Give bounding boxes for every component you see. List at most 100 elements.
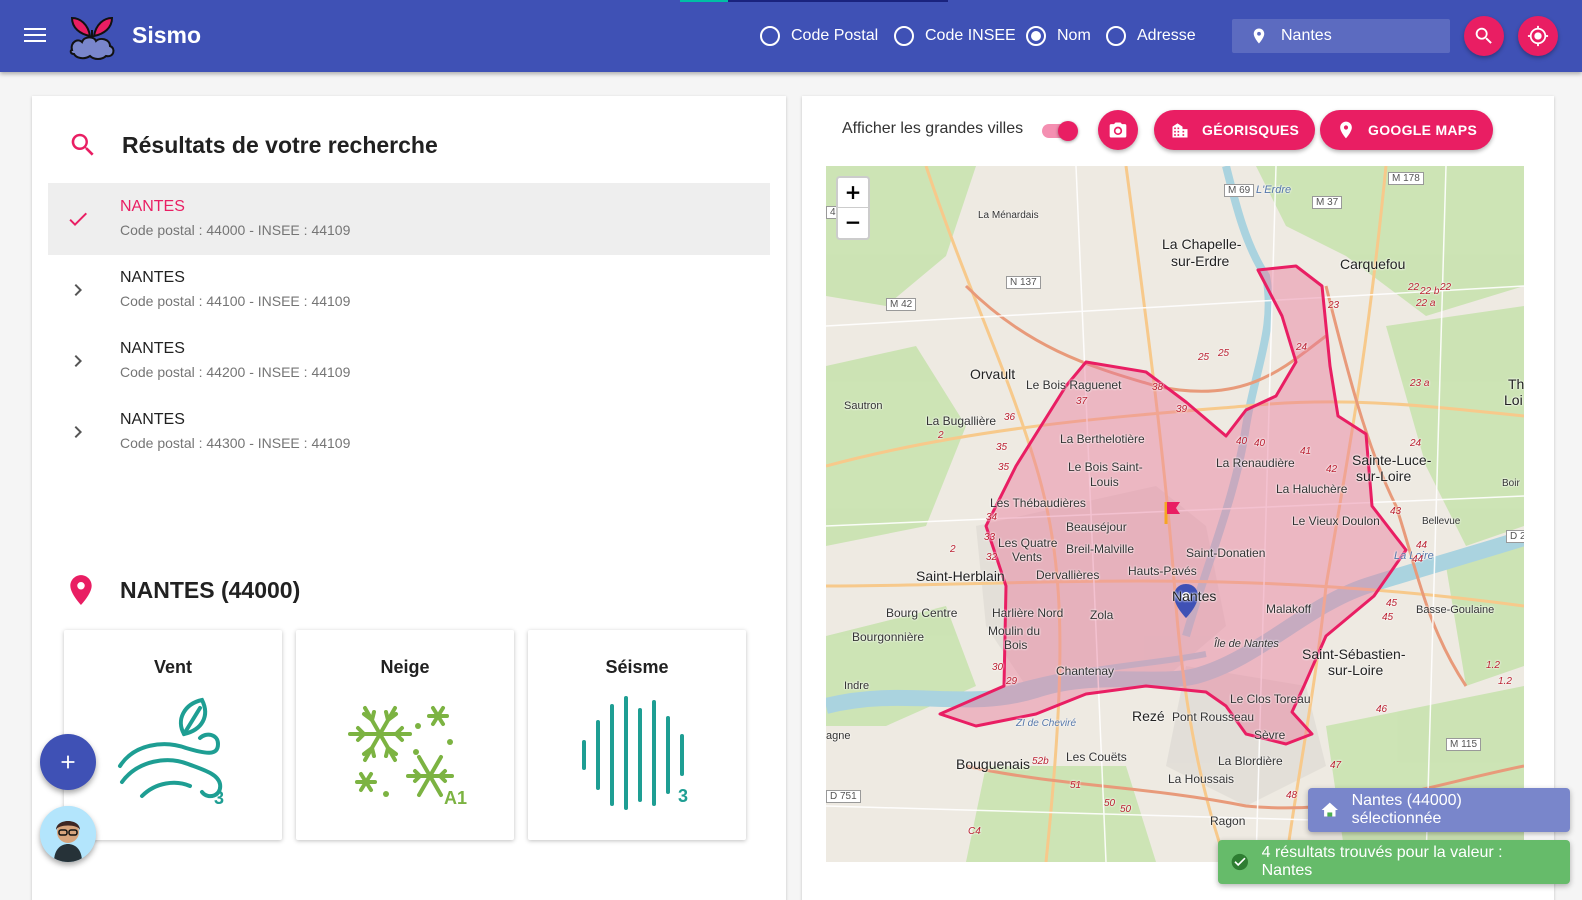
result-detail: Code postal : 44300 - INSEE : 44109: [120, 435, 351, 451]
map-label: Le Bois Saint-: [1068, 460, 1143, 474]
building-icon: [1172, 123, 1188, 138]
map-label: Nantes: [1172, 588, 1217, 604]
risk-card-wind[interactable]: Vent 3: [64, 630, 282, 840]
exit-number: 29: [1006, 676, 1018, 687]
result-name: NANTES: [120, 411, 185, 428]
map-label: Saint-Sébastien-: [1302, 646, 1406, 662]
exit-number: 23: [1328, 300, 1340, 311]
exit-number: 40: [1236, 436, 1248, 447]
exit-number: 24: [1296, 342, 1308, 353]
map-base: [826, 166, 1524, 862]
risk-title: Séisme: [605, 657, 669, 677]
map-label: Indre: [844, 680, 870, 692]
exit-number: 38: [1152, 382, 1164, 393]
exit-number: 25: [1198, 352, 1210, 363]
geolocate-button[interactable]: [1518, 16, 1558, 56]
zoom-out-button[interactable]: −: [838, 208, 868, 238]
radio-label: Code Postal: [791, 27, 879, 44]
map-label: Île de Nantes: [1214, 638, 1279, 650]
radio-label: Adresse: [1137, 27, 1196, 44]
map-label: sur-Loire: [1328, 662, 1384, 678]
search-field[interactable]: [1232, 19, 1450, 53]
map-label: Le Clos Toreau: [1230, 692, 1311, 706]
map-label: Bourg Centre: [886, 606, 958, 620]
toast-selection: Nantes (44000) sélectionnée: [1308, 788, 1570, 832]
results-header: Résultats de votre recherche: [68, 130, 438, 160]
zoom-in-button[interactable]: +: [838, 178, 868, 208]
exit-number: 34: [986, 512, 998, 523]
map-label: Zola: [1090, 608, 1114, 622]
loading-bar-track: [728, 0, 948, 2]
result-item[interactable]: NANTES Code postal : 44100 - INSEE : 441…: [48, 254, 770, 326]
result-item[interactable]: NANTES Code postal : 44200 - INSEE : 441…: [48, 325, 770, 397]
risk-card-snow[interactable]: Neige A1: [296, 630, 514, 840]
map-label: La Ménardais: [978, 210, 1039, 221]
exit-number: 44: [1416, 540, 1428, 551]
exit-number: 50: [1104, 798, 1116, 809]
map-label: Harlière Nord: [992, 606, 1064, 620]
location-pin-icon: [1340, 121, 1352, 139]
road-label: M 115: [1446, 738, 1482, 751]
radio-nom[interactable]: Nom: [1026, 25, 1091, 47]
map-label: La Chapelle-: [1162, 236, 1242, 252]
map-label: Rezé: [1132, 708, 1165, 724]
map-label: La Berthelotière: [1060, 432, 1145, 446]
map-label: Orvault: [970, 366, 1016, 382]
risk-card-seismic[interactable]: Séisme 3: [528, 630, 746, 840]
exit-number: 22: [1440, 282, 1452, 293]
radio-code-insee[interactable]: Code INSEE: [894, 25, 1016, 47]
search-input[interactable]: [1281, 27, 1431, 45]
map-view[interactable]: La Chapelle- sur-Erdre Carquefou La Ména…: [826, 166, 1524, 862]
exit-number: 46: [1376, 704, 1388, 715]
road-label: N 137: [1006, 276, 1041, 289]
result-item[interactable]: NANTES Code postal : 44000 - INSEE : 441…: [48, 183, 770, 255]
exit-number: 48: [1286, 790, 1298, 801]
exit-number: 43: [1390, 506, 1402, 517]
exit-number: 2: [938, 430, 944, 441]
results-title: Résultats de votre recherche: [122, 131, 438, 158]
google-maps-button[interactable]: GOOGLE MAPS: [1320, 110, 1494, 150]
exit-number: 32: [986, 552, 998, 563]
map-label: Moulin du: [988, 624, 1041, 638]
map-label: La Blordière: [1218, 754, 1283, 768]
road-label: M 178: [1388, 172, 1424, 185]
result-detail: Code postal : 44000 - INSEE : 44109: [120, 222, 351, 238]
result-item[interactable]: NANTES Code postal : 44300 - INSEE : 441…: [48, 396, 770, 468]
exit-number: 50: [1120, 804, 1132, 815]
add-button[interactable]: [40, 734, 96, 790]
exit-number: 47: [1330, 760, 1342, 771]
map-label: Boir: [1502, 478, 1520, 489]
location-pin-icon: [70, 575, 92, 605]
risk-level: 3: [214, 788, 225, 808]
radio-adresse[interactable]: Adresse: [1106, 25, 1196, 47]
exit-number: 35: [996, 442, 1008, 453]
georisques-button[interactable]: GÉORISQUES: [1154, 110, 1316, 150]
map-label: Bourgonnière: [852, 630, 925, 644]
plus-icon: [61, 755, 75, 769]
screenshot-button[interactable]: [1098, 110, 1138, 150]
toast-success: 4 résultats trouvés pour la valeur : Nan…: [1218, 840, 1570, 884]
logo-icon: [69, 16, 115, 60]
big-cities-toggle[interactable]: [1040, 120, 1080, 142]
exit-number: 1.2: [1498, 676, 1512, 687]
map-label: La Houssais: [1168, 772, 1235, 786]
road-label: D 2: [1506, 530, 1524, 543]
exit-number: 22 b: [1420, 286, 1440, 297]
map-label: Louis: [1090, 475, 1119, 489]
exit-number: 52b: [1032, 756, 1049, 767]
chevron-right-icon: [74, 426, 82, 438]
avatar[interactable]: [40, 806, 96, 862]
home-icon: [1321, 802, 1338, 817]
result-name: NANTES: [120, 198, 185, 215]
user-avatar-icon: [40, 806, 96, 862]
map-label: Saint-Herblain: [916, 568, 1005, 584]
exit-number: 35: [998, 462, 1010, 473]
search-button[interactable]: [1464, 16, 1504, 56]
exit-number: 2: [950, 544, 956, 555]
map-label: Malakoff: [1266, 602, 1312, 616]
exit-number: 33: [984, 532, 996, 543]
menu-icon[interactable]: [24, 25, 46, 47]
road-label: M 42: [886, 298, 917, 311]
radio-code-postal[interactable]: Code Postal: [760, 25, 878, 47]
exit-number: 24: [1410, 438, 1422, 449]
